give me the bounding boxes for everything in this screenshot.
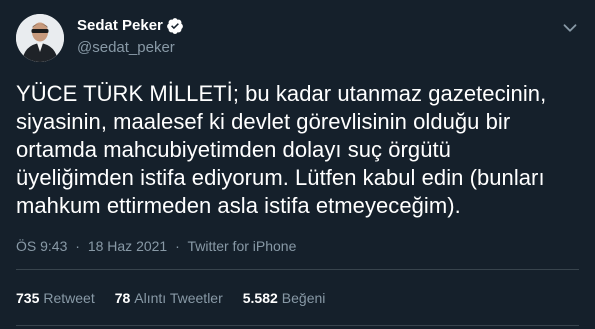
retweet-label: Retweet <box>43 290 95 306</box>
tweet-stats: 735 Retweet 78 Alıntı Tweetler 5.582 Beğ… <box>16 289 345 307</box>
like-label: Beğeni <box>281 290 326 306</box>
like-stat[interactable]: 5.582 Beğeni <box>243 289 326 307</box>
tweet-date[interactable]: 18 Haz 2021 <box>88 238 167 254</box>
retweet-stat[interactable]: 735 Retweet <box>16 289 95 307</box>
tweet-text: YÜCE TÜRK MİLLETİ; bu kadar utanmaz gaze… <box>16 80 586 220</box>
tweet-text-line: üyeliğimden istifa ediyorum. Lütfen kabu… <box>16 165 545 190</box>
tweet-text-line: mahkum ettirmeden asla istifa etmeyeceği… <box>16 193 461 218</box>
divider <box>16 325 579 326</box>
chevron-down-icon[interactable] <box>559 17 581 39</box>
tweet-text-line: siyasinin, maalesef ki devlet görevlisin… <box>16 109 511 134</box>
tweet-time[interactable]: ÖS 9:43 <box>16 238 67 254</box>
tweet-text-line: ortamda mahcubiyetimden dolayı suç örgüt… <box>16 137 451 162</box>
quote-tweet-stat[interactable]: 78 Alıntı Tweetler <box>115 289 223 307</box>
verified-badge-icon <box>167 18 183 34</box>
author-name-row: Sedat Peker <box>77 16 184 36</box>
tweet-text-line: YÜCE TÜRK MİLLETİ; bu kadar utanmaz gaze… <box>16 81 547 106</box>
profile-photo-icon <box>16 14 64 62</box>
tweet-metadata: ÖS 9:43 · 18 Haz 2021 · Twitter for iPho… <box>16 237 296 255</box>
quote-tweet-label: Alıntı Tweetler <box>134 290 223 306</box>
retweet-count: 735 <box>16 290 40 306</box>
author-handle[interactable]: @sedat_peker <box>77 38 184 58</box>
meta-separator: · <box>75 238 80 254</box>
author-display-name[interactable]: Sedat Peker <box>77 16 163 36</box>
like-count: 5.582 <box>242 290 278 306</box>
tweet-card: Sedat Peker @sedat_peker YÜCE TÜRK MİLLE… <box>0 0 595 329</box>
author-block: Sedat Peker @sedat_peker <box>77 16 184 58</box>
tweet-source[interactable]: Twitter for iPhone <box>187 238 296 254</box>
divider <box>16 269 579 270</box>
quote-tweet-count: 78 <box>114 290 131 306</box>
meta-separator: · <box>175 238 180 254</box>
author-avatar[interactable] <box>16 14 64 62</box>
